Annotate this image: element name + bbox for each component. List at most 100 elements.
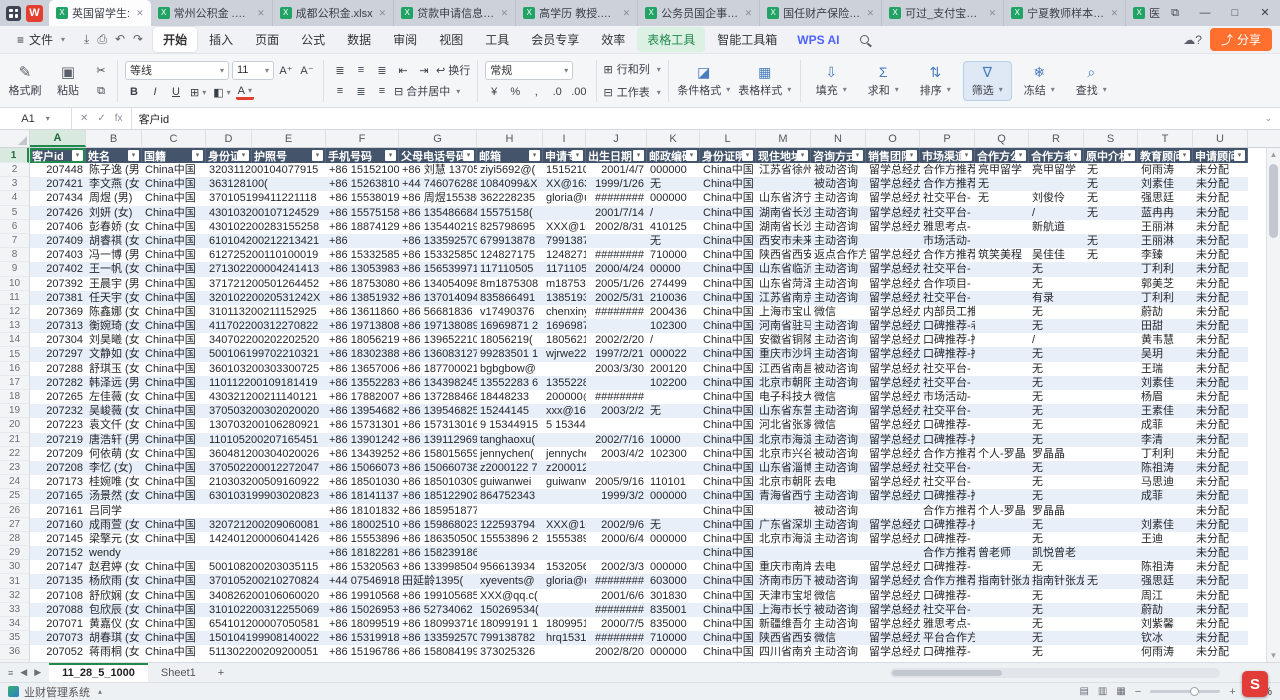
cell[interactable]: 未分配	[1193, 347, 1248, 361]
cell[interactable]: 未分配	[1193, 163, 1248, 177]
cell[interactable]	[975, 518, 1029, 532]
cell[interactable]: 15553896(	[543, 532, 586, 546]
cell[interactable]: 320311200104077915	[206, 163, 252, 177]
cell[interactable]: 8m1875308	[477, 277, 543, 291]
file-tab[interactable]: X高学历 教授.xlsx✕	[516, 0, 638, 26]
cell[interactable]: 无	[1029, 631, 1084, 645]
cell[interactable]: +86 13851932	[326, 291, 399, 305]
cell[interactable]: 5 15344915 5	[543, 418, 586, 432]
cell[interactable]: /	[647, 206, 700, 220]
filter-icon[interactable]: ▾	[961, 150, 972, 161]
cell[interactable]: 无	[1029, 518, 1084, 532]
row-number[interactable]: 36	[0, 645, 29, 659]
cell[interactable]	[1084, 603, 1138, 617]
cell[interactable]	[543, 489, 586, 503]
row-number[interactable]: 32	[0, 589, 29, 603]
cell[interactable]	[252, 191, 326, 205]
cell[interactable]: China中国	[700, 546, 756, 560]
cell[interactable]: 825798695	[477, 220, 543, 234]
cell[interactable]: China中国	[700, 376, 756, 390]
cell[interactable]: XX@163.(	[543, 177, 586, 191]
cell[interactable]: 山东省临沂	[756, 262, 811, 276]
cell[interactable]: China中国	[142, 645, 206, 659]
cell[interactable]: +86 18099519	[326, 617, 399, 631]
header-cell[interactable]: 申请顾问▾	[1193, 148, 1248, 163]
cell[interactable]: 000022	[647, 347, 700, 361]
cell[interactable]: 陈鑫娜 (女	[86, 305, 142, 319]
column-header-J[interactable]: J	[586, 130, 647, 147]
cell[interactable]: 被动咨询	[811, 574, 866, 588]
cell[interactable]: 未分配	[1193, 305, 1248, 319]
cell[interactable]: 合作项目-	[920, 277, 975, 291]
cell[interactable]: 钦冰	[1138, 631, 1193, 645]
cell[interactable]: ########	[586, 305, 647, 319]
cell[interactable]: China中国	[700, 177, 756, 191]
cell[interactable]: 未分配	[1193, 376, 1248, 390]
cell[interactable]: 16969871 2	[543, 319, 586, 333]
cell[interactable]: 社交平台-	[920, 376, 975, 390]
cell[interactable]: China中国	[700, 206, 756, 220]
cell[interactable]: 杨欣雨 (女	[86, 574, 142, 588]
cell[interactable]: 留学总经办	[866, 631, 920, 645]
cell[interactable]	[252, 220, 326, 234]
cell[interactable]	[975, 262, 1029, 276]
cell[interactable]: 370503200302020020	[206, 404, 252, 418]
cell[interactable]	[252, 347, 326, 361]
close-icon[interactable]: ✕	[987, 8, 997, 19]
cell[interactable]: 未分配	[1193, 546, 1248, 560]
cell[interactable]: 207426	[30, 206, 86, 220]
cell[interactable]: 市场活动-	[920, 234, 975, 248]
cell[interactable]	[252, 504, 326, 518]
cell[interactable]: 360481200304020026	[206, 447, 252, 461]
cell[interactable]: 李臻	[1138, 248, 1193, 262]
cell[interactable]: 陈祖涛	[1138, 461, 1193, 475]
underline-button[interactable]: U	[167, 84, 185, 101]
column-header-I[interactable]: I	[543, 130, 586, 147]
header-cell[interactable]: 现住地址▾	[756, 148, 811, 163]
cell[interactable]: 未分配	[1193, 532, 1248, 546]
cell[interactable]: 未分配	[1193, 461, 1248, 475]
ribbon-tool-button[interactable]: ⇩填充▾	[808, 62, 855, 100]
cell[interactable]: 370105199411221118	[206, 191, 252, 205]
cell[interactable]	[975, 560, 1029, 574]
cell[interactable]: China中国	[700, 532, 756, 546]
cell[interactable]: 李清	[1138, 433, 1193, 447]
cell[interactable]: +86 15196786	[326, 645, 399, 659]
cell[interactable]: 微信	[811, 631, 866, 645]
workspace-icon[interactable]: ⧉	[1160, 0, 1190, 26]
cell[interactable]	[252, 433, 326, 447]
cell[interactable]	[543, 206, 586, 220]
cell[interactable]: 2002/2/20	[586, 333, 647, 347]
cell[interactable]: 赵君婷 (女	[86, 560, 142, 574]
cell[interactable]: 留学总经办	[866, 191, 920, 205]
row-number[interactable]: 14	[0, 333, 29, 347]
cell[interactable]: 无	[1029, 347, 1084, 361]
cell[interactable]: 未分配	[1193, 191, 1248, 205]
row-number[interactable]: 22	[0, 447, 29, 461]
cell[interactable]: 衡婉琦 (女	[86, 319, 142, 333]
cell[interactable]	[1029, 177, 1084, 191]
prev-sheet-icon[interactable]: ◀	[20, 667, 27, 678]
cell[interactable]: China中国	[700, 390, 756, 404]
cell[interactable]	[252, 390, 326, 404]
header-cell[interactable]: 身份证明▾	[700, 148, 756, 163]
cell[interactable]: 未分配	[1193, 277, 1248, 291]
zoom-knob[interactable]	[1190, 687, 1199, 696]
cell[interactable]: 李忆 (女)	[86, 461, 142, 475]
redo-icon[interactable]: ↷	[133, 32, 143, 47]
cell[interactable]: 蔚劼	[1138, 305, 1193, 319]
cell[interactable]: 无	[1029, 475, 1084, 489]
cell[interactable]: +86 157313016	[399, 418, 477, 432]
cell[interactable]: 留学总经办	[866, 418, 920, 432]
cell[interactable]	[1084, 404, 1138, 418]
cell[interactable]: 重庆市沙坪	[756, 347, 811, 361]
percent-icon[interactable]: %	[506, 84, 524, 101]
cell[interactable]: 207381	[30, 291, 86, 305]
cell[interactable]	[866, 234, 920, 248]
cell[interactable]: 社交平台-	[920, 191, 975, 205]
cell[interactable]: m1875308(	[543, 277, 586, 291]
cell[interactable]: 丁利利	[1138, 262, 1193, 276]
cell[interactable]	[1084, 475, 1138, 489]
minimize-button[interactable]: —	[1190, 0, 1220, 26]
cell[interactable]: 200000@qq(	[543, 390, 586, 404]
